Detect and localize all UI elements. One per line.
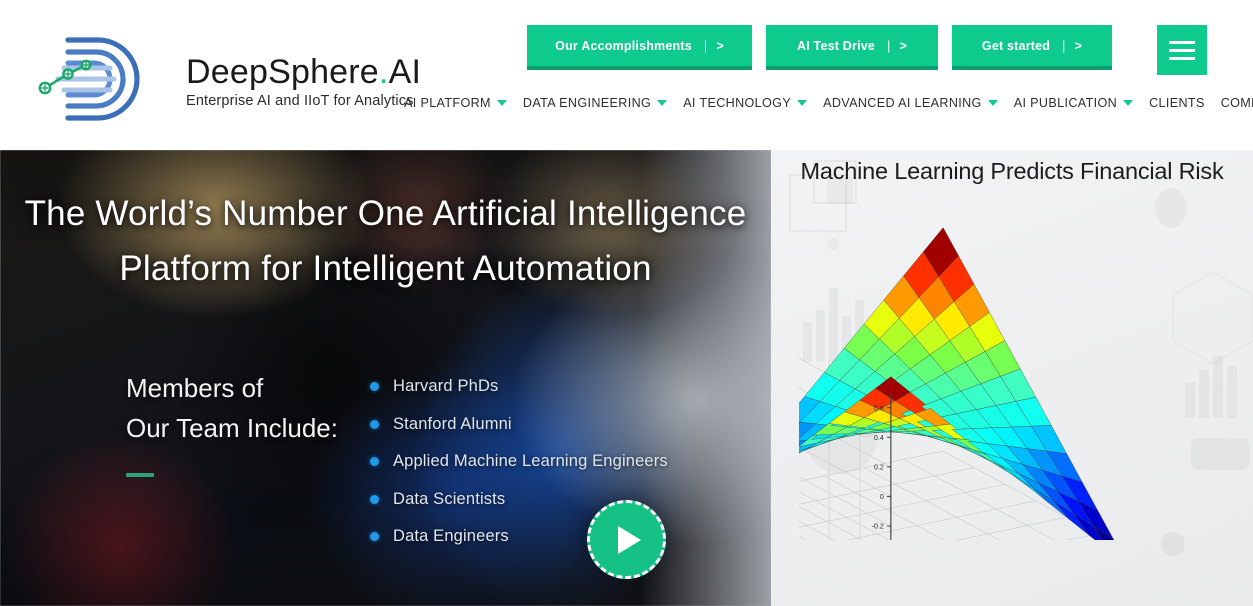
- nav-label: AI TECHNOLOGY: [683, 96, 792, 110]
- play-icon: [618, 525, 641, 554]
- video-play-button[interactable]: [587, 500, 666, 579]
- surface-chart-svg: 0.60.40.20-0.2-0.4-0.60.80.60.40.20-0.2-…: [771, 227, 1136, 606]
- nav-label: AI PLATFORM: [404, 96, 491, 110]
- cta-separator: |: [887, 38, 891, 53]
- cta-separator: |: [703, 38, 708, 53]
- team-member-label: Applied Machine Learning Engineers: [393, 452, 668, 471]
- chart-panel: Machine Learning Predicts Financial Risk…: [771, 150, 1253, 606]
- bullet-icon: [370, 457, 379, 467]
- chevron-down-icon: [987, 100, 998, 106]
- chevron-down-icon: [496, 100, 507, 106]
- nav-label: AI PUBLICATION: [1013, 96, 1118, 110]
- nav-item-advanced-ai-learning[interactable]: ADVANCED AI LEARNING: [823, 96, 998, 110]
- brand-text: DeepSphere.AI Enterprise AI and IIoT for…: [186, 49, 421, 109]
- team-heading-block: Members of Our Team Include:: [126, 368, 338, 477]
- nav-item-ai-technology[interactable]: AI TECHNOLOGY: [683, 96, 808, 110]
- bullet-icon: [370, 532, 379, 542]
- chevron-right-icon: >: [1074, 38, 1083, 53]
- hero-headline-line-1: The World’s Number One Artificial Intell…: [24, 194, 747, 233]
- ai-test-drive-button[interactable]: AI Test Drive | >: [766, 25, 938, 70]
- cta-separator: |: [1062, 38, 1066, 53]
- svg-text:0: 0: [880, 492, 884, 501]
- hero-headline: The World’s Number One Artificial Intell…: [0, 186, 771, 297]
- team-member-label: Data Scientists: [393, 489, 506, 508]
- team-heading-line-1: Members of: [126, 373, 264, 403]
- chevron-down-icon: [797, 100, 808, 106]
- header-cta-group: Our Accomplishments | > AI Test Drive | …: [527, 25, 1112, 70]
- chevron-down-icon: [657, 100, 668, 106]
- brand-suffix: AI: [388, 53, 422, 92]
- list-item: Harvard PhDs: [370, 368, 668, 406]
- main-navigation: AI PLATFORM DATA ENGINEERING AI TECHNOLO…: [404, 96, 1253, 110]
- team-member-label: Harvard PhDs: [393, 377, 499, 396]
- brand-name: DeepSphere: [186, 53, 379, 92]
- nav-label: DATA ENGINEERING: [522, 96, 652, 110]
- cta-label: Get started: [981, 38, 1051, 53]
- bullet-icon: [370, 419, 379, 429]
- team-heading-underline: [126, 472, 154, 477]
- hero-banner: The World’s Number One Artificial Intell…: [0, 150, 771, 606]
- team-heading-line-2: Our Team Include:: [126, 413, 338, 444]
- hero-headline-line-2: Platform for Intelligent Automation: [119, 249, 652, 289]
- nav-item-ai-platform[interactable]: AI PLATFORM: [404, 96, 507, 110]
- bullet-icon: [370, 382, 379, 392]
- brand-tagline: Enterprise AI and IIoT for Analytics: [186, 92, 414, 109]
- nav-item-clients[interactable]: CLIENTS: [1149, 96, 1205, 110]
- brand-dot: .: [378, 53, 389, 92]
- page-root: DeepSphere.AI Enterprise AI and IIoT for…: [0, 0, 1253, 606]
- chevron-right-icon: >: [716, 38, 724, 53]
- hamburger-menu-button[interactable]: [1157, 25, 1207, 75]
- nav-item-ai-publication[interactable]: AI PUBLICATION: [1013, 96, 1134, 110]
- team-member-label: Data Engineers: [393, 527, 509, 546]
- nav-label: COMPANY: [1220, 96, 1253, 110]
- svg-text:0.4: 0.4: [874, 433, 884, 442]
- surface-chart: 0.60.40.20-0.2-0.4-0.60.80.60.40.20-0.2-…: [771, 210, 1229, 606]
- hamburger-icon-bar: [1169, 56, 1195, 60]
- svg-text:0.2: 0.2: [874, 463, 884, 472]
- nav-item-company[interactable]: COMPANY: [1221, 96, 1253, 110]
- chevron-right-icon: >: [899, 38, 908, 53]
- brand-title: DeepSphere.AI: [186, 55, 421, 90]
- site-header: DeepSphere.AI Enterprise AI and IIoT for…: [0, 0, 1253, 150]
- chevron-down-icon: [1123, 100, 1134, 106]
- svg-text:0.6: 0.6: [874, 403, 884, 412]
- team-member-label: Stanford Alumni: [393, 414, 512, 433]
- nav-item-data-engineering[interactable]: DATA ENGINEERING: [522, 96, 668, 110]
- get-started-button[interactable]: Get started | >: [952, 25, 1112, 70]
- brand-logo[interactable]: DeepSphere.AI Enterprise AI and IIoT for…: [28, 30, 421, 128]
- hamburger-icon-bar: [1169, 40, 1195, 44]
- svg-text:-0.2: -0.2: [872, 522, 884, 531]
- list-item: Applied Machine Learning Engineers: [370, 443, 668, 481]
- chart-title: Machine Learning Predicts Financial Risk: [800, 158, 1224, 184]
- nav-label: ADVANCED AI LEARNING: [823, 96, 982, 110]
- cta-label: Our Accomplishments: [555, 38, 692, 53]
- nav-label: CLIENTS: [1149, 96, 1205, 110]
- cta-label: AI Test Drive: [796, 38, 876, 53]
- deepsphere-logo-icon: [28, 30, 176, 128]
- bullet-icon: [370, 494, 379, 504]
- list-item: Stanford Alumni: [370, 406, 668, 444]
- hamburger-icon-bar: [1169, 48, 1195, 52]
- our-accomplishments-button[interactable]: Our Accomplishments | >: [527, 25, 752, 70]
